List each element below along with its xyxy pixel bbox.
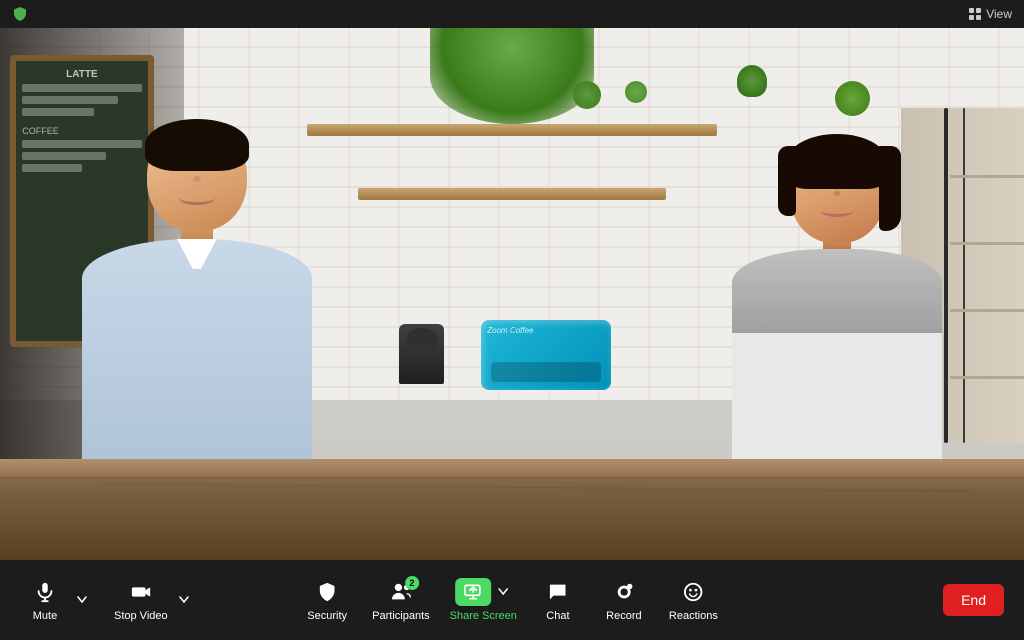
- security-button[interactable]: Security: [302, 572, 352, 628]
- grid-icon: [968, 7, 982, 21]
- person-1-head: [147, 121, 247, 231]
- shelf-1: [307, 124, 717, 136]
- stop-video-button[interactable]: Stop Video: [110, 572, 172, 628]
- reactions-button[interactable]: Reactions: [665, 572, 722, 628]
- participants-count-badge: 2: [405, 576, 419, 590]
- record-icon: [610, 578, 638, 606]
- shelf-2: [358, 188, 665, 200]
- record-button[interactable]: Record: [599, 572, 649, 628]
- person-1: [82, 121, 312, 459]
- reactions-icon: [679, 578, 707, 606]
- video-chevron[interactable]: [176, 586, 192, 614]
- coffee-grinder: [399, 324, 444, 384]
- microphone-icon: [31, 578, 59, 606]
- record-label: Record: [606, 610, 641, 622]
- plant-2: [625, 81, 647, 103]
- end-button[interactable]: End: [943, 584, 1004, 616]
- mute-button[interactable]: Mute: [20, 572, 70, 628]
- reactions-label: Reactions: [669, 610, 718, 622]
- top-bar: View: [0, 0, 1024, 28]
- participants-button[interactable]: 2 Participants: [368, 572, 433, 628]
- mute-chevron[interactable]: [74, 586, 90, 614]
- person-2: [732, 138, 942, 459]
- stop-video-label: Stop Video: [114, 610, 168, 622]
- participants-icon: 2: [387, 578, 415, 606]
- share-screen-label: Share Screen: [450, 610, 517, 622]
- hanging-plant: [430, 28, 594, 124]
- chat-button[interactable]: Chat: [533, 572, 583, 628]
- table-counter: [0, 459, 1024, 560]
- toolbar-right: End: [943, 584, 1004, 616]
- plant-3: [737, 65, 767, 97]
- person-1-body: [82, 239, 312, 459]
- view-control[interactable]: View: [968, 7, 1012, 21]
- person-2-head: [790, 138, 885, 243]
- shield-icon: [12, 6, 28, 22]
- chat-icon: [544, 578, 572, 606]
- security-icon: [313, 578, 341, 606]
- coffee-machine: Zoom Coffee: [481, 320, 611, 390]
- mute-label: Mute: [33, 610, 57, 622]
- security-label: Security: [307, 610, 347, 622]
- share-screen-icon: [455, 578, 491, 606]
- share-screen-button[interactable]: Share Screen: [450, 578, 517, 622]
- chat-label: Chat: [546, 610, 569, 622]
- video-area: LATTE COFFEE Zoom Coffee: [0, 28, 1024, 560]
- toolbar-left: Mute Stop Video: [20, 572, 192, 628]
- person-2-body: [732, 249, 942, 459]
- shield-status: [12, 6, 28, 22]
- share-screen-chevron[interactable]: [495, 578, 511, 606]
- view-label: View: [986, 7, 1012, 21]
- toolbar-center: Security 2 Participants: [302, 572, 722, 628]
- participants-label: Participants: [372, 610, 429, 622]
- camera-icon: [127, 578, 155, 606]
- toolbar: Mute Stop Video: [0, 560, 1024, 640]
